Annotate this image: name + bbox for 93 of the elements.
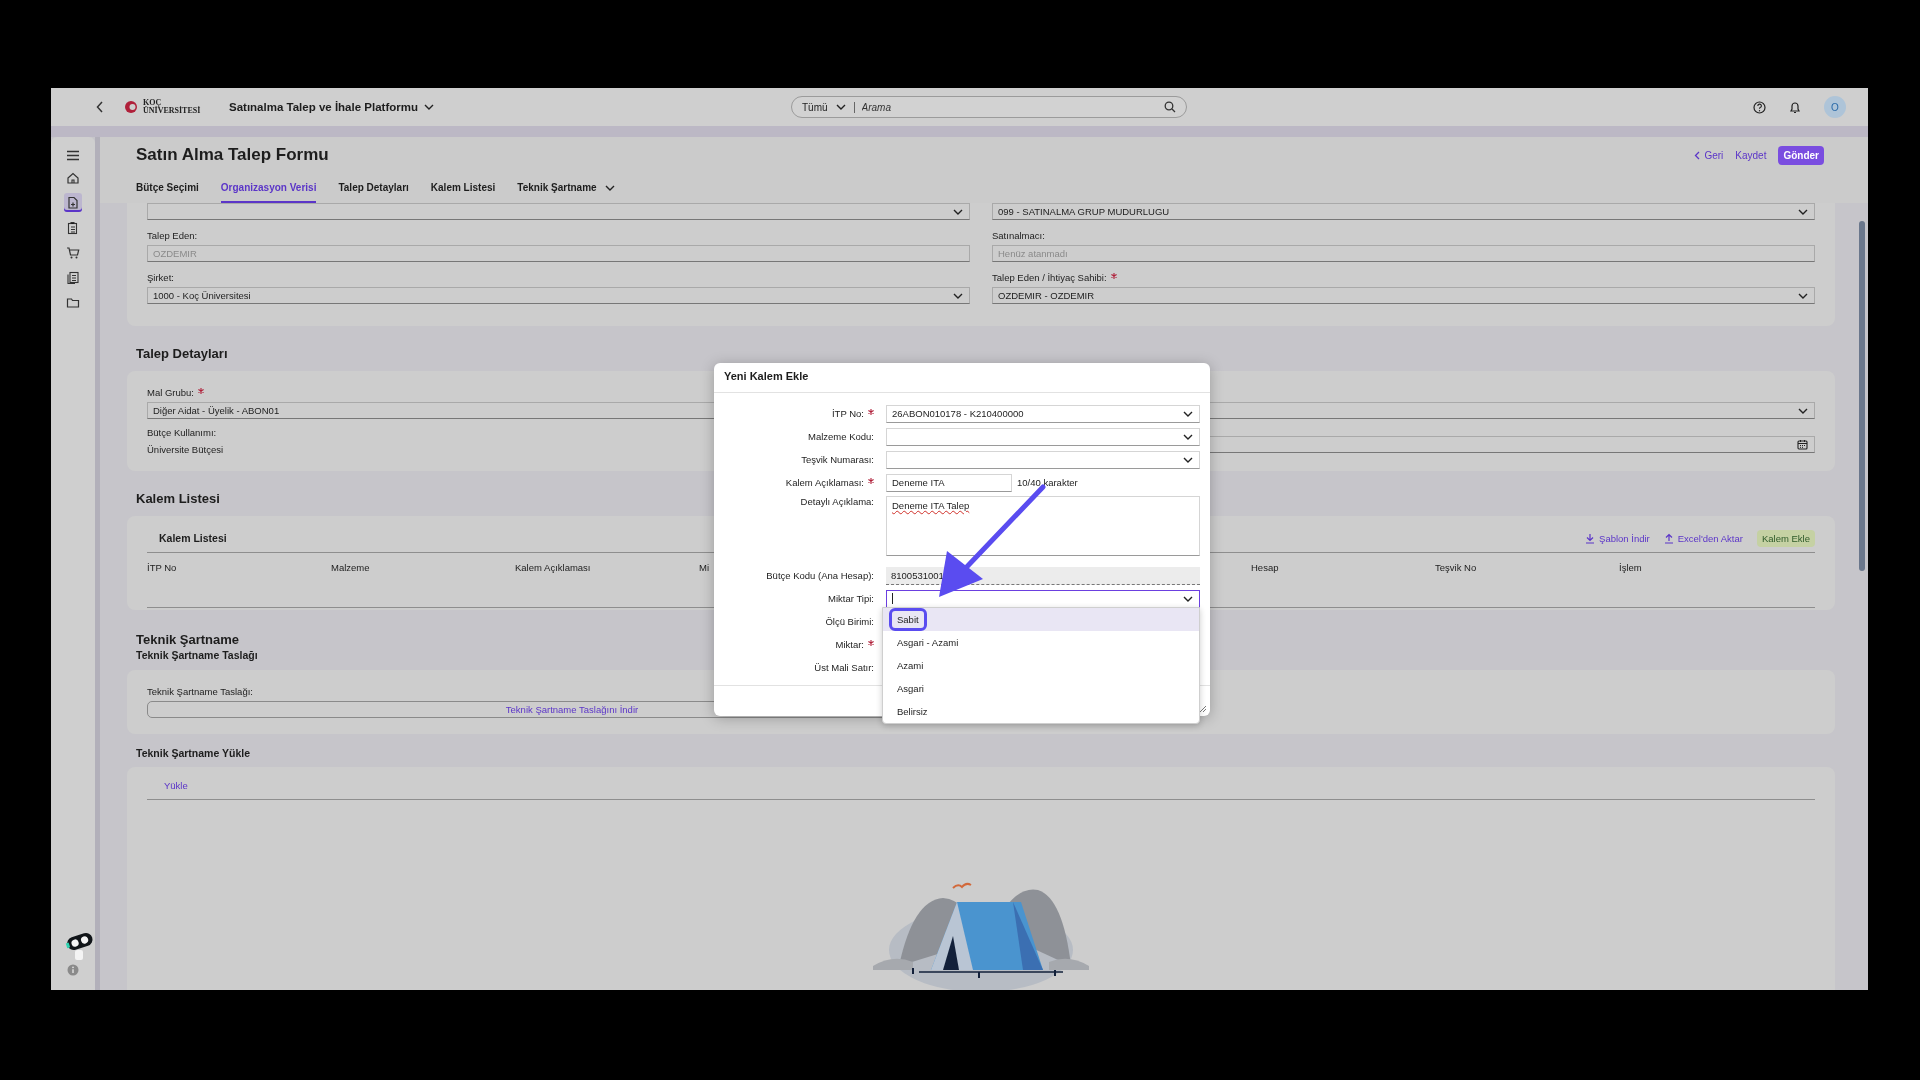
field-label: Talep Eden / İhtiyaç Sahibi: [992, 272, 1107, 283]
readonly-field: OZDEMIR [147, 245, 970, 262]
column-header: Hesap [1251, 562, 1280, 573]
field-label: Üst Mali Satır: [814, 662, 874, 673]
dropdown-field[interactable] [886, 589, 1200, 608]
field-label: Malzeme Kodu: [808, 431, 874, 442]
dropdown-field[interactable]: 1000 - Koç Üniversitesi [147, 287, 970, 304]
chevron-down-icon [1798, 292, 1808, 299]
section-subheading: Teknik Şartname Taslağı [136, 649, 258, 661]
readonly-field: 8100531001 [886, 566, 1200, 585]
field-label: Detaylı Açıklama: [800, 496, 874, 507]
nav-document-add-button[interactable] [64, 193, 82, 212]
send-button[interactable]: Gönder [1778, 145, 1824, 165]
field-value: Üniversite Bütçesi [147, 444, 224, 455]
dropdown-option[interactable]: Asgari - Azami [883, 631, 1199, 654]
field-label: Mal Grubu: [147, 387, 194, 398]
column-header: Kalem Açıklaması [515, 562, 592, 573]
chevron-down-icon [1798, 407, 1808, 414]
search-field[interactable]: Tümü Arama [790, 96, 1187, 118]
save-button[interactable]: Kaydet [1735, 149, 1767, 161]
field-label: Bütçe Kodu (Ana Hesap): [766, 570, 874, 581]
chevron-down-icon [1183, 410, 1193, 417]
section-heading: Talep Detayları [136, 346, 228, 361]
calendar-icon [1797, 439, 1808, 450]
field-label: Teşvik Numarası: [801, 454, 874, 465]
field-label: İTP No: [831, 408, 864, 419]
input-field[interactable]: Deneme ITA [886, 473, 1012, 492]
chevron-down-icon [953, 292, 963, 299]
section-heading: Kalem Listesi [136, 491, 220, 506]
dropdown-field[interactable]: 099 - SATINALMA GRUP MUDURLUGU [992, 203, 1815, 220]
dropdown-option[interactable]: Azami [883, 654, 1199, 677]
scope-dropdown[interactable]: Tümü [801, 101, 855, 113]
cart-icon [66, 245, 80, 260]
logo-icon [124, 100, 140, 114]
home-icon [66, 170, 80, 185]
dropdown-field[interactable]: 26ABON010178 - K210400000 [886, 404, 1200, 423]
caret-icon [423, 104, 434, 110]
column-header: İşlem [1619, 562, 1643, 573]
page-title: Satın Alma Talep Formu [136, 145, 329, 165]
field-label: Talep Eden: [147, 230, 198, 241]
chevron-left-icon [1694, 150, 1701, 160]
folder-icon [66, 295, 80, 310]
column-header: Mi [699, 562, 711, 573]
chevron-down-icon [953, 208, 963, 215]
field-label: Kalem Açıklaması: [785, 477, 864, 488]
template-download-link[interactable]: Şablon İndir [1585, 532, 1650, 544]
back-button[interactable]: Geri [1694, 149, 1724, 161]
scroll-thumb[interactable] [1859, 221, 1865, 571]
text-area[interactable]: Deneme ITA Talep [886, 496, 1200, 556]
caret-icon [835, 104, 846, 110]
tab[interactable]: Bütçe Seçimi [136, 177, 199, 203]
character-counter: 10/40 karakter [1017, 477, 1078, 488]
column-header: Teşvik No [1435, 562, 1478, 573]
back-icon[interactable] [96, 101, 104, 113]
tab[interactable]: Teknik Şartname [517, 177, 615, 203]
column-header: Malzeme [331, 562, 371, 573]
section-heading: Teknik Şartname [136, 632, 240, 647]
upload-tab[interactable]: Yükle [164, 780, 188, 791]
tab[interactable]: Kalem Listesi [430, 177, 496, 203]
field-label: Ölçü Birimi: [825, 616, 874, 627]
app-title-menu[interactable]: Satınalma Talep ve İhale Platformu [229, 101, 434, 113]
field-label: Satınalmacı: [992, 230, 1045, 241]
upload-icon [1663, 532, 1674, 544]
logo-text: KOÇ ÜNİVERSİTESİ [143, 99, 202, 115]
chevron-down-icon [1183, 456, 1193, 463]
column-header: İTP No [147, 562, 178, 573]
field-label: Şirket: [147, 272, 174, 283]
documents-icon [66, 270, 80, 285]
dropdown-option[interactable]: Sabit [883, 608, 1199, 631]
readonly-field: Henüz atanmadı [992, 245, 1815, 262]
excel-import-link[interactable]: Excel'den Aktar [1663, 532, 1743, 544]
search-icon[interactable] [1163, 101, 1176, 113]
dialog-title: Yeni Kalem Ekle [714, 363, 1210, 393]
chevron-down-icon [1183, 595, 1193, 602]
menu-icon[interactable] [66, 150, 80, 161]
dropdown-field[interactable] [147, 203, 970, 220]
field-label: Miktar: [835, 639, 864, 650]
dropdown-option[interactable]: Asgari [883, 677, 1199, 700]
help-icon[interactable] [1753, 100, 1766, 114]
section-subheading: Teknik Şartname Yükle [136, 747, 250, 759]
field-label: Bütçe Kullanımı: [147, 427, 217, 438]
tab[interactable]: Talep Detayları [338, 177, 409, 203]
clipboard-list-icon [66, 220, 80, 235]
chevron-down-icon [1798, 208, 1808, 215]
download-icon [1585, 532, 1596, 544]
card-title: Kalem Listesi [159, 532, 227, 544]
field-label: Miktar Tipi: [828, 593, 874, 604]
document-add-icon [66, 195, 80, 210]
bell-icon[interactable] [1789, 100, 1801, 114]
dropdown-field[interactable]: OZDEMIR - OZDEMIR [992, 287, 1815, 304]
field-label: Teknik Şartname Taslağı: [147, 686, 253, 697]
chevron-down-icon [1183, 433, 1193, 440]
add-item-button[interactable]: Kalem Ekle [1756, 529, 1815, 547]
